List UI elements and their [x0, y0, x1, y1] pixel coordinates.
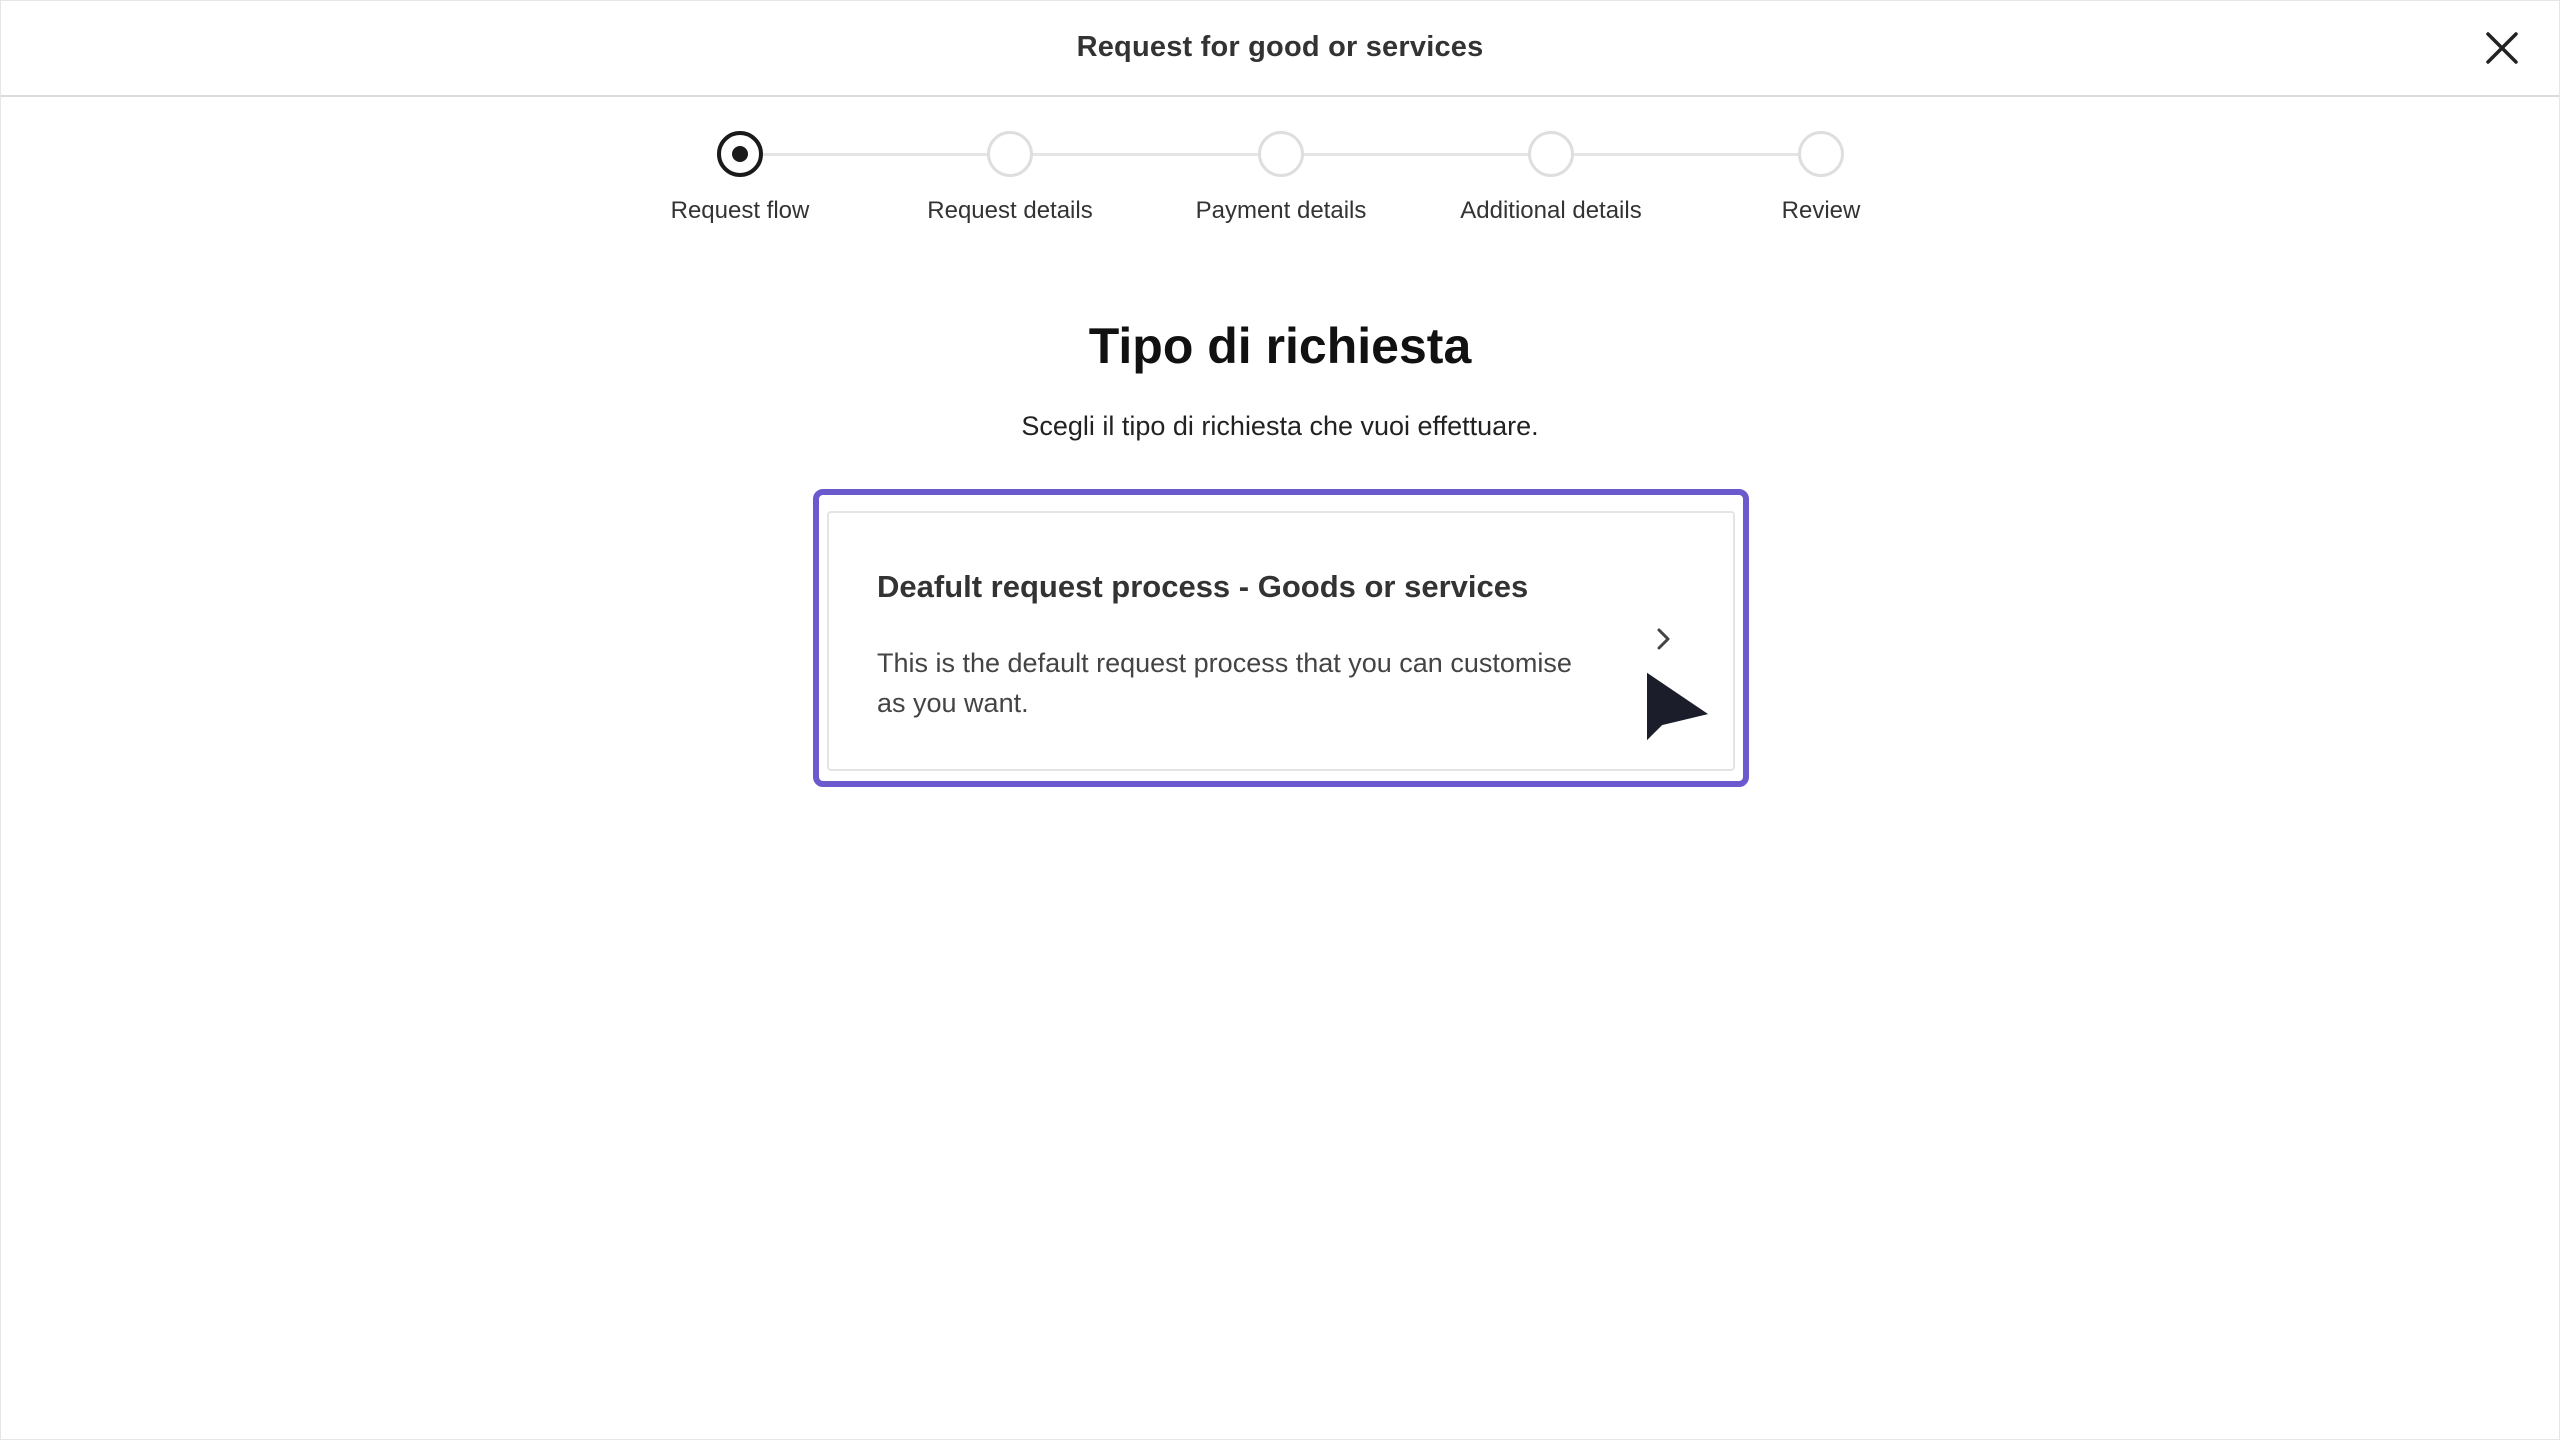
- step-request-details[interactable]: Request details: [875, 131, 1145, 225]
- chevron-right-icon: [1657, 628, 1670, 650]
- option-title: Deafult request process - Goods or servi…: [877, 569, 1529, 604]
- step-label: Payment details: [1195, 197, 1367, 224]
- page-subtitle: Scegli il tipo di richiesta che vuoi eff…: [1021, 411, 1539, 441]
- step-label: Review: [1781, 197, 1861, 224]
- request-dialog: Request for good or services Request flo…: [0, 0, 2560, 1440]
- step-label: Request details: [927, 197, 1093, 224]
- step-review[interactable]: Review: [1686, 131, 1956, 225]
- step-indicator: [1258, 131, 1304, 177]
- step-indicator: [1798, 131, 1844, 177]
- option-description: This is the default request process that…: [877, 648, 1572, 718]
- step-request-flow[interactable]: Request flow: [605, 131, 875, 225]
- step-payment-details[interactable]: Payment details: [1146, 131, 1416, 225]
- step-indicator: [987, 131, 1033, 177]
- progress-stepper: Request flow Request details Payment det…: [1, 1, 2559, 261]
- step-indicator-active: [717, 131, 763, 177]
- page-title: Tipo di richiesta: [1088, 318, 1472, 374]
- step-label: Additional details: [1460, 197, 1642, 224]
- step-indicator: [1528, 131, 1574, 177]
- step-additional-details[interactable]: Additional details: [1416, 131, 1686, 225]
- request-type-option-card[interactable]: Deafult request process - Goods or servi…: [827, 511, 1735, 771]
- step-label: Request flow: [670, 197, 810, 224]
